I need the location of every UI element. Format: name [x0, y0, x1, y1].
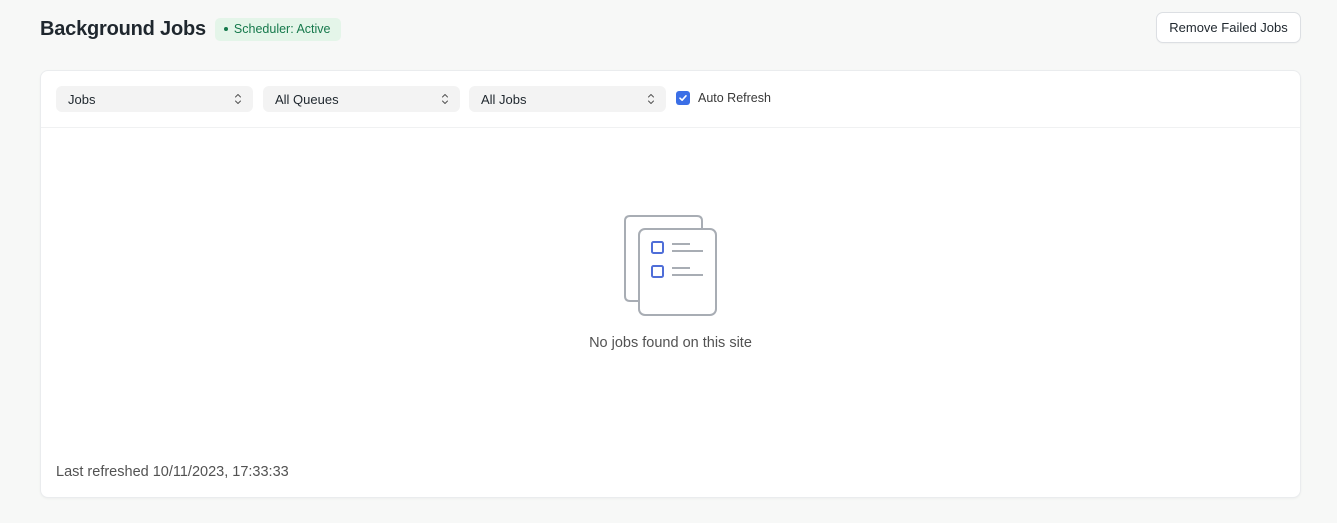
status-select-value: All Jobs [481, 91, 527, 107]
status-select[interactable]: All Jobs [469, 86, 666, 112]
page-title: Background Jobs [40, 17, 206, 40]
chevron-up-down-icon [235, 94, 241, 104]
view-select[interactable]: Jobs [56, 86, 253, 112]
remove-failed-jobs-button[interactable]: Remove Failed Jobs [1156, 12, 1301, 43]
auto-refresh-toggle[interactable]: Auto Refresh [676, 91, 771, 105]
queue-select[interactable]: All Queues [263, 86, 460, 112]
queue-select-value: All Queues [275, 91, 339, 107]
status-badge-label: Scheduler: Active [233, 22, 331, 36]
empty-state: No jobs found on this site [41, 215, 1300, 351]
chevron-up-down-icon [442, 94, 448, 104]
page-header: Background Jobs Scheduler: Active [40, 14, 341, 44]
view-select-value: Jobs [68, 91, 96, 107]
last-refreshed-text: Last refreshed 10/11/2023, 17:33:33 [56, 464, 289, 480]
checkmark-icon [679, 95, 687, 101]
scheduler-status-badge: Scheduler: Active [214, 17, 341, 41]
jobs-card: Jobs All Queues All Jobs Auto Refresh No… [40, 70, 1301, 498]
auto-refresh-checkbox[interactable] [676, 91, 690, 105]
document-checklist-icon [623, 215, 717, 316]
auto-refresh-label: Auto Refresh [698, 91, 771, 105]
filter-toolbar: Jobs All Queues All Jobs Auto Refresh [41, 71, 1300, 128]
status-dot-icon [223, 27, 228, 31]
empty-state-message: No jobs found on this site [589, 335, 752, 351]
chevron-up-down-icon [648, 94, 654, 104]
page: Background Jobs Scheduler: Active Remove… [0, 0, 1337, 523]
